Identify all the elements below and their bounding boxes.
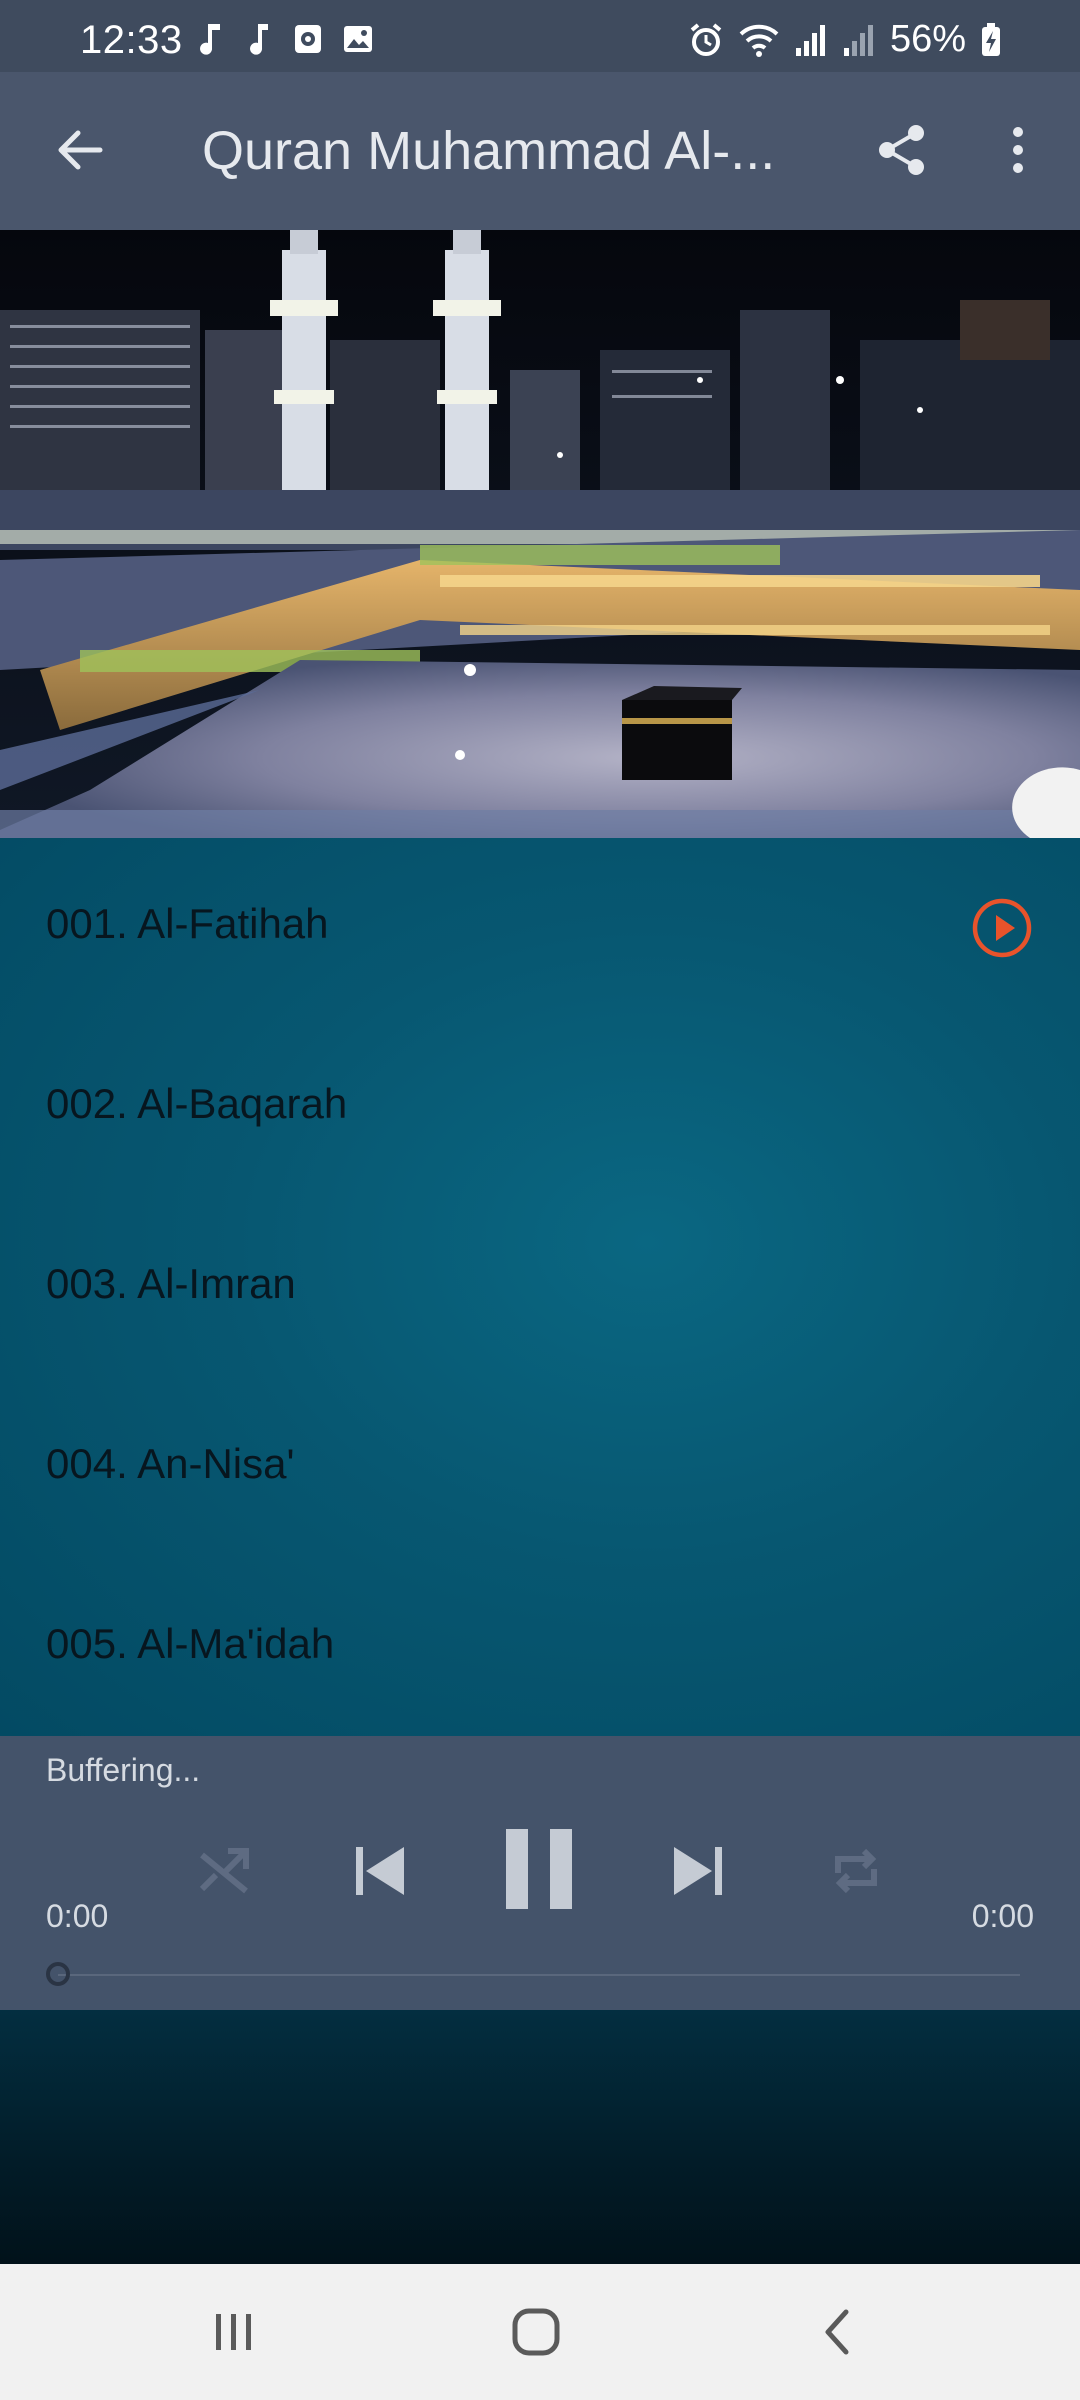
more-options-button[interactable] <box>978 110 1058 190</box>
arrow-back-icon <box>58 130 103 170</box>
recent-apps-icon <box>216 2314 251 2350</box>
system-status: 56% <box>688 18 1002 61</box>
header-image <box>0 230 1080 838</box>
surah-title: 005. Al-Ma'idah <box>46 1620 335 1667</box>
play-circle-icon[interactable] <box>970 896 1034 960</box>
surah-title: 004. An-Nisa' <box>46 1440 295 1487</box>
surah-title: 002. Al-Baqarah <box>46 1080 348 1127</box>
battery-charging-icon <box>982 22 1000 56</box>
status-bar: 12:33 56% <box>0 0 1080 72</box>
list-item[interactable]: 002. Al-Baqarah <box>0 1018 1080 1198</box>
elapsed-time: 0:00 <box>46 1898 109 1934</box>
shuffle-button[interactable] <box>184 1836 264 1906</box>
media-icon <box>295 25 321 53</box>
total-duration: 0:00 <box>971 1898 1034 1934</box>
seek-bar[interactable] <box>58 1974 1020 1976</box>
pause-icon <box>506 1829 572 1909</box>
music-note-icon <box>250 24 268 55</box>
share-button[interactable] <box>862 110 942 190</box>
previous-button[interactable] <box>340 1832 420 1910</box>
surah-title: 001. Al-Fatihah <box>46 900 329 947</box>
battery-level: 56% <box>889 18 966 60</box>
home-button[interactable] <box>488 2292 584 2372</box>
more-vert-icon <box>1013 127 1023 173</box>
music-note-icon <box>200 24 220 55</box>
player-status: Buffering... <box>46 1752 201 1788</box>
home-icon <box>512 2308 560 2356</box>
surah-title: 003. Al-Imran <box>46 1260 296 1307</box>
list-item[interactable]: 003. Al-Imran <box>0 1198 1080 1378</box>
recent-apps-button[interactable] <box>186 2292 282 2372</box>
wifi-icon <box>739 24 779 57</box>
app-bar: Quran Muhammad Al-... <box>0 72 1080 230</box>
system-nav-bar <box>0 2264 1080 2400</box>
notification-icons <box>196 22 374 56</box>
list-item[interactable]: 004. An-Nisa' <box>0 1378 1080 1558</box>
background-fill <box>0 2010 1080 2264</box>
surah-list: 001. Al-Fatihah 002. Al-Baqarah 003. Al-… <box>0 838 1080 1736</box>
repeat-button[interactable] <box>816 1836 896 1906</box>
repeat-icon <box>835 1848 877 1894</box>
image-icon <box>344 26 372 52</box>
list-item[interactable]: 001. Al-Fatihah <box>0 838 1080 1018</box>
share-icon <box>879 125 924 175</box>
back-button[interactable] <box>40 110 120 190</box>
seek-thumb[interactable] <box>46 1962 70 1986</box>
back-nav-button[interactable] <box>790 2292 886 2372</box>
skip-previous-icon <box>356 1847 404 1895</box>
signal-icon <box>843 24 873 56</box>
alarm-icon <box>690 22 722 56</box>
page-title: Quran Muhammad Al-... <box>202 121 776 181</box>
chevron-left-icon <box>825 2309 849 2355</box>
next-button[interactable] <box>658 1832 738 1910</box>
signal-icon <box>795 24 825 56</box>
skip-next-icon <box>674 1847 722 1895</box>
list-item[interactable]: 005. Al-Ma'idah <box>0 1558 1080 1738</box>
shuffle-icon <box>199 1848 249 1894</box>
pause-button[interactable] <box>494 1824 584 1914</box>
media-player: Buffering... 0:00 0:00 <box>0 1736 1080 2010</box>
status-time: 12:33 <box>80 18 183 62</box>
